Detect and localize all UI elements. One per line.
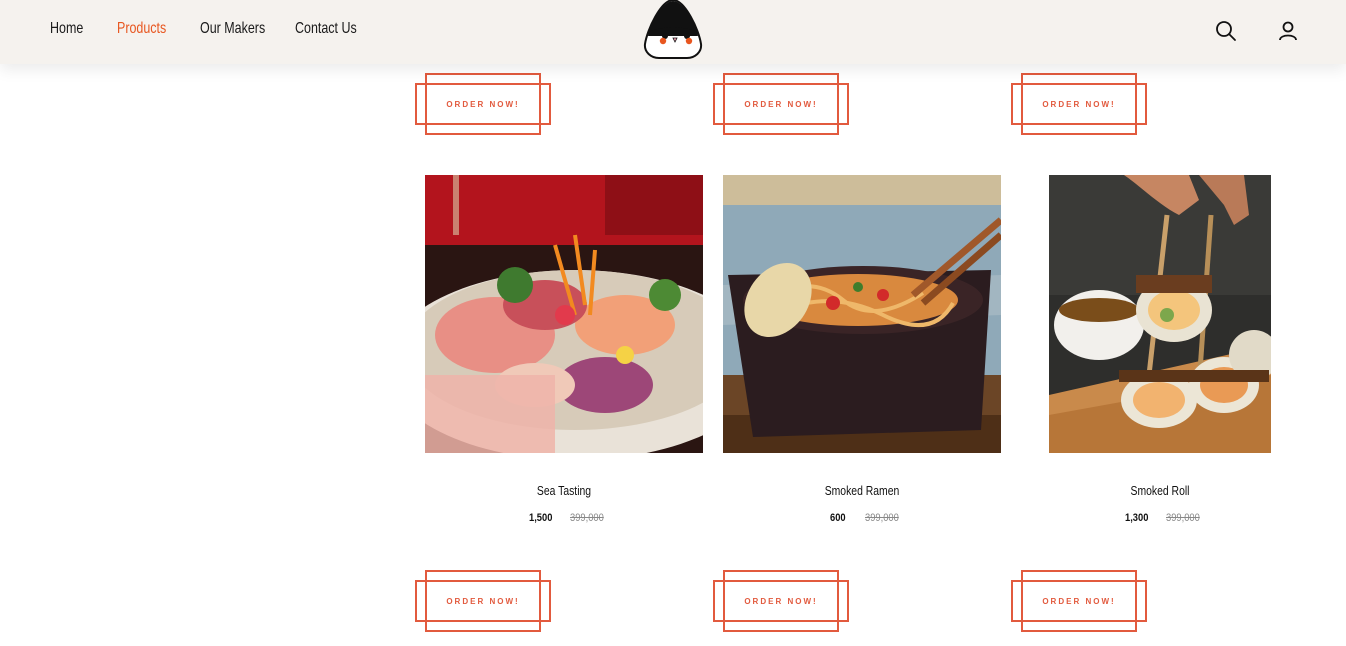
- product-image-smoked-roll[interactable]: [1049, 175, 1271, 453]
- product-image-smoked-ramen[interactable]: [723, 175, 1001, 453]
- product-old-price: 399,000: [1166, 512, 1200, 524]
- onigiri-logo[interactable]: [641, 0, 705, 60]
- user-icon[interactable]: [1277, 20, 1299, 42]
- order-now-label: ORDER NOW!: [744, 596, 818, 606]
- site-header: Home Products Our Makers Contact Us: [0, 0, 1346, 64]
- nav-our-makers[interactable]: Our Makers: [200, 20, 265, 38]
- price-row: 600 399,000: [723, 512, 1001, 528]
- search-icon[interactable]: [1215, 20, 1237, 42]
- product-name: Smoked Roll: [1130, 483, 1190, 498]
- product-old-price: 399,000: [570, 512, 604, 524]
- product-image-sea-tasting[interactable]: [425, 175, 703, 453]
- order-now-label: ORDER NOW!: [1042, 99, 1116, 109]
- nav-contact-us[interactable]: Contact Us: [295, 20, 357, 38]
- order-now-label: ORDER NOW!: [446, 99, 520, 109]
- order-now-button[interactable]: ORDER NOW!: [1011, 570, 1147, 632]
- order-now-button[interactable]: ORDER NOW!: [1011, 73, 1147, 135]
- order-now-label: ORDER NOW!: [1042, 596, 1116, 606]
- order-now-label: ORDER NOW!: [744, 99, 818, 109]
- order-now-button[interactable]: ORDER NOW!: [713, 570, 849, 632]
- nav-products[interactable]: Products: [117, 20, 166, 38]
- product-name: Sea Tasting: [536, 483, 592, 498]
- product-price: 600: [830, 512, 846, 524]
- product-price: 1,500: [529, 512, 553, 524]
- order-now-button[interactable]: ORDER NOW!: [713, 73, 849, 135]
- price-row: 1,500 399,000: [425, 512, 703, 528]
- order-now-button[interactable]: ORDER NOW!: [415, 73, 551, 135]
- order-now-button[interactable]: ORDER NOW!: [415, 570, 551, 632]
- nav-home[interactable]: Home: [50, 20, 83, 38]
- order-now-label: ORDER NOW!: [446, 596, 520, 606]
- product-old-price: 399,000: [865, 512, 899, 524]
- product-price: 1,300: [1125, 512, 1149, 524]
- product-name: Smoked Ramen: [824, 483, 900, 498]
- price-row: 1,300 399,000: [1021, 512, 1299, 528]
